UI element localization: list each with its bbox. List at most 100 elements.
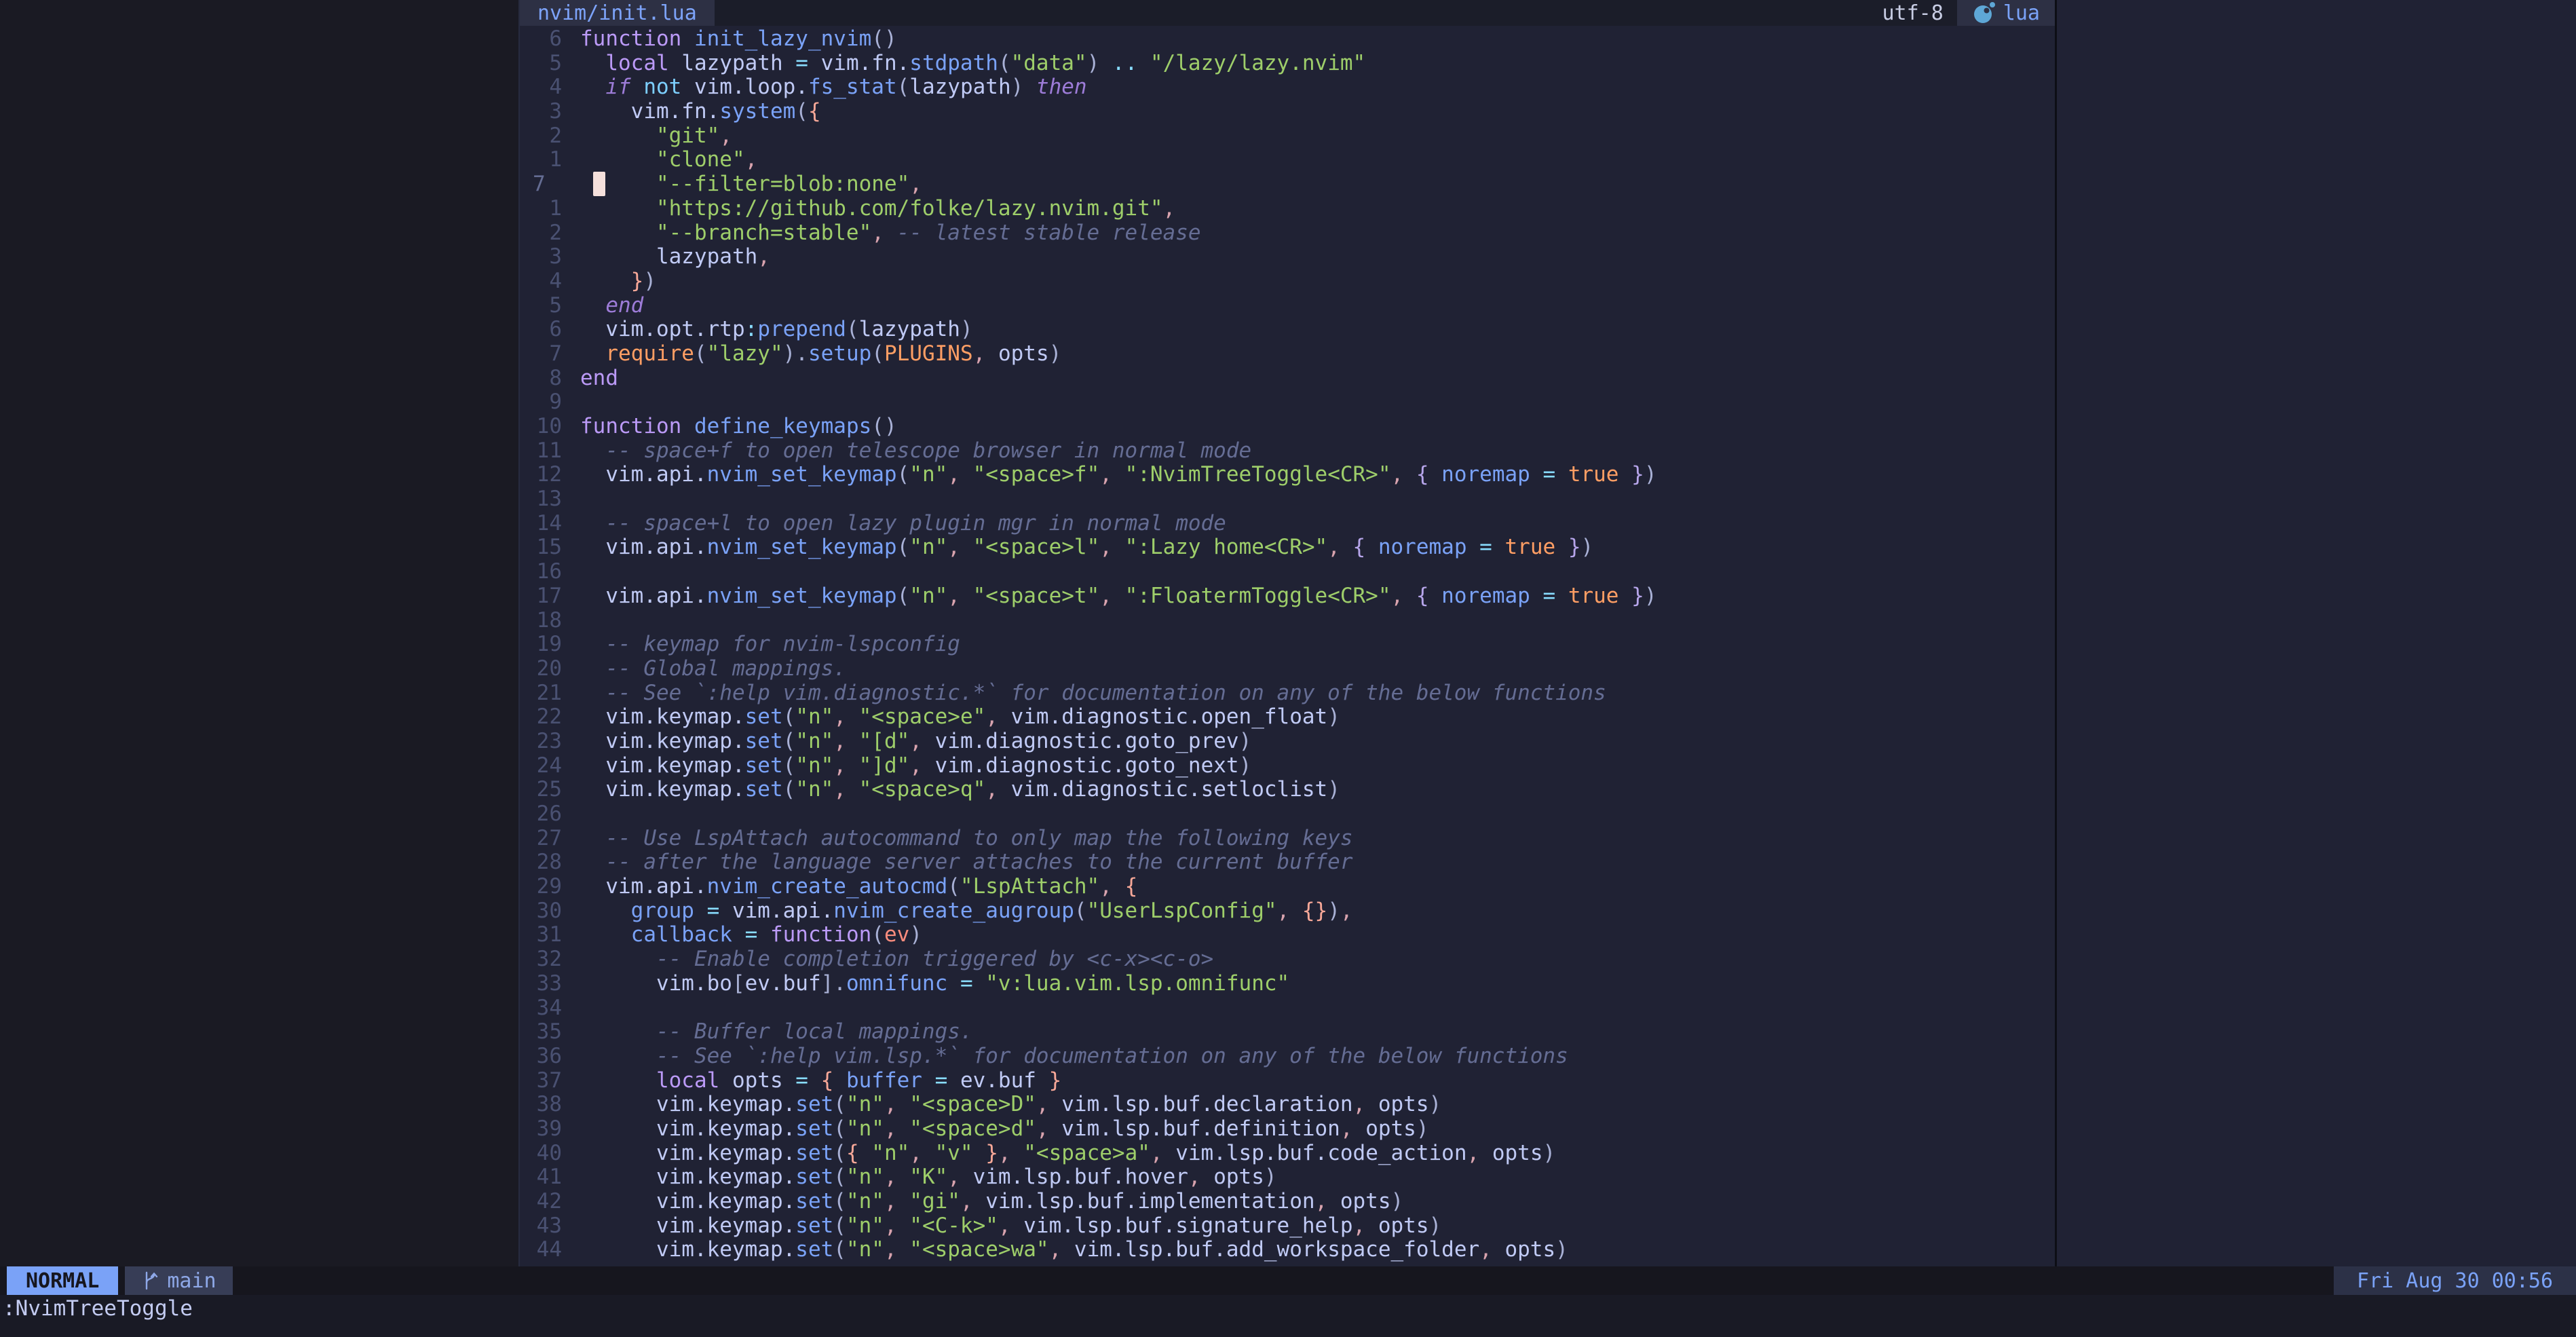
clock-chip: Fri Aug 30 00:56 [2334,1266,2576,1295]
code-text: -- See `:help vim.diagnostic.*` for docu… [573,681,1606,706]
code-line[interactable]: 1 "clone", [520,148,2055,172]
line-number: 44 [520,1238,573,1262]
line-number: 6 [520,318,573,342]
git-branch-icon [141,1270,159,1292]
code-line[interactable]: 43 vim.keymap.set("n", "<C-k>", vim.lsp.… [520,1214,2055,1239]
code-text: if not vim.loop.fs_stat(lazypath) then [573,75,1087,100]
line-number: 30 [520,899,573,924]
editor-window: nvim/init.lua utf-8 lua 6function init_l… [520,0,2055,1266]
line-number: 42 [520,1190,573,1214]
code-line[interactable]: 40 vim.keymap.set({ "n", "v" }, "<space>… [520,1142,2055,1166]
cursor-block [593,172,606,196]
line-number: 24 [520,754,573,778]
code-text [573,390,580,415]
line-number: 21 [520,681,573,706]
code-text: "--filter=blob:none", [573,172,922,197]
code-line[interactable]: 39 vim.keymap.set("n", "<space>d", vim.l… [520,1117,2055,1142]
cmdline[interactable]: :NvimTreeToggle [0,1295,2576,1337]
line-number: 7 [520,342,573,366]
code-line[interactable]: 27 -- Use LspAttach autocommand to only … [520,827,2055,851]
line-number: 25 [520,778,573,802]
code-line[interactable]: 1 "https://github.com/folke/lazy.nvim.gi… [520,197,2055,221]
buffer-tab[interactable]: nvim/init.lua [520,0,715,26]
code-line[interactable]: 11 -- space+f to open telescope browser … [520,439,2055,464]
code-line[interactable]: 23 vim.keymap.set("n", "[d", vim.diagnos… [520,730,2055,754]
line-number: 17 [520,584,573,609]
code-line[interactable]: 9 [520,390,2055,415]
code-line[interactable]: 7 "--filter=blob:none", [520,172,2055,197]
code-line[interactable]: 4 }) [520,269,2055,294]
code-text [573,802,580,827]
code-line[interactable]: 6function init_lazy_nvim() [520,27,2055,52]
code-line[interactable]: 28 -- after the language server attaches… [520,850,2055,875]
code-line[interactable]: 22 vim.keymap.set("n", "<space>e", vim.d… [520,705,2055,730]
code-line[interactable]: 35 -- Buffer local mappings. [520,1020,2055,1044]
code-line[interactable]: 30 group = vim.api.nvim_create_augroup("… [520,899,2055,924]
code-text: -- Use LspAttach autocommand to only map… [573,827,1352,851]
lua-moon-icon [1972,1,1996,25]
code-line[interactable]: 29 vim.api.nvim_create_autocmd("LspAttac… [520,875,2055,899]
code-line[interactable]: 32 -- Enable completion triggered by <c-… [520,947,2055,972]
code-line[interactable]: 4 if not vim.loop.fs_stat(lazypath) then [520,75,2055,100]
code-line[interactable]: 5 local lazypath = vim.fn.stdpath("data"… [520,52,2055,76]
code-line[interactable]: 6 vim.opt.rtp:prepend(lazypath) [520,318,2055,342]
code-text: "git", [573,124,732,149]
cmdline-text: :NvimTreeToggle [3,1296,193,1321]
code-line[interactable]: 44 vim.keymap.set("n", "<space>wa", vim.… [520,1238,2055,1262]
line-number: 1 [520,197,573,221]
code-line[interactable]: 18 [520,609,2055,633]
code-area[interactable]: 6function init_lazy_nvim()5 local lazypa… [520,27,2055,1262]
code-line[interactable]: 3 vim.fn.system({ [520,100,2055,124]
statusline: NORMAL main Fri Aug 30 00:56 [0,1266,2576,1295]
code-line[interactable]: 14 -- space+l to open lazy plugin mgr in… [520,512,2055,536]
code-text: require("lazy").setup(PLUGINS, opts) [573,342,1061,366]
code-line[interactable]: 36 -- See `:help vim.lsp.*` for document… [520,1044,2055,1069]
code-line[interactable]: 2 "git", [520,124,2055,149]
line-number: 12 [520,463,573,487]
code-line[interactable]: 42 vim.keymap.set("n", "gi", vim.lsp.buf… [520,1190,2055,1214]
code-line[interactable]: 25 vim.keymap.set("n", "<space>q", vim.d… [520,778,2055,802]
code-line[interactable]: 38 vim.keymap.set("n", "<space>D", vim.l… [520,1093,2055,1117]
code-line[interactable]: 26 [520,802,2055,827]
code-line[interactable]: 16 [520,560,2055,584]
code-line[interactable]: 41 vim.keymap.set("n", "K", vim.lsp.buf.… [520,1165,2055,1190]
line-number: 16 [520,560,573,584]
code-line[interactable]: 37 local opts = { buffer = ev.buf } [520,1069,2055,1093]
code-line[interactable]: 8end [520,366,2055,391]
code-line[interactable]: 2 "--branch=stable", -- latest stable re… [520,221,2055,246]
code-text: vim.keymap.set("n", "]d", vim.diagnostic… [573,754,1251,778]
code-text [573,487,580,512]
line-number: 35 [520,1020,573,1044]
code-line[interactable]: 31 callback = function(ev) [520,923,2055,947]
code-text: vim.api.nvim_set_keymap("n", "<space>l",… [573,535,1593,560]
code-text: vim.keymap.set("n", "gi", vim.lsp.buf.im… [573,1190,1403,1214]
code-line[interactable]: 3 lazypath, [520,245,2055,269]
code-text: -- Global mappings. [573,657,846,681]
code-text: }) [573,269,656,294]
code-text: vim.api.nvim_set_keymap("n", "<space>f",… [573,463,1656,487]
line-number: 34 [520,996,573,1021]
code-line[interactable]: 17 vim.api.nvim_set_keymap("n", "<space>… [520,584,2055,609]
line-number: 31 [520,923,573,947]
line-number: 22 [520,705,573,730]
current-line-number: 7 [520,172,573,197]
code-line[interactable]: 10function define_keymaps() [520,415,2055,439]
line-number: 33 [520,972,573,996]
code-line[interactable]: 24 vim.keymap.set("n", "]d", vim.diagnos… [520,754,2055,778]
code-line[interactable]: 20 -- Global mappings. [520,657,2055,681]
code-line[interactable]: 21 -- See `:help vim.diagnostic.*` for d… [520,681,2055,706]
code-text: vim.keymap.set("n", "<space>e", vim.diag… [573,705,1340,730]
code-line[interactable]: 5 end [520,294,2055,318]
line-number: 41 [520,1165,573,1190]
line-number: 32 [520,947,573,972]
code-line[interactable]: 12 vim.api.nvim_set_keymap("n", "<space>… [520,463,2055,487]
code-line[interactable]: 19 -- keymap for nvim-lspconfig [520,633,2055,657]
code-line[interactable]: 33 vim.bo[ev.buf].omnifunc = "v:lua.vim.… [520,972,2055,996]
code-line[interactable]: 15 vim.api.nvim_set_keymap("n", "<space>… [520,535,2055,560]
code-line[interactable]: 7 require("lazy").setup(PLUGINS, opts) [520,342,2055,366]
code-line[interactable]: 13 [520,487,2055,512]
line-number: 3 [520,245,573,269]
line-number: 38 [520,1093,573,1117]
code-text: vim.keymap.set("n", "<space>wa", vim.lsp… [573,1238,1568,1262]
code-line[interactable]: 34 [520,996,2055,1021]
